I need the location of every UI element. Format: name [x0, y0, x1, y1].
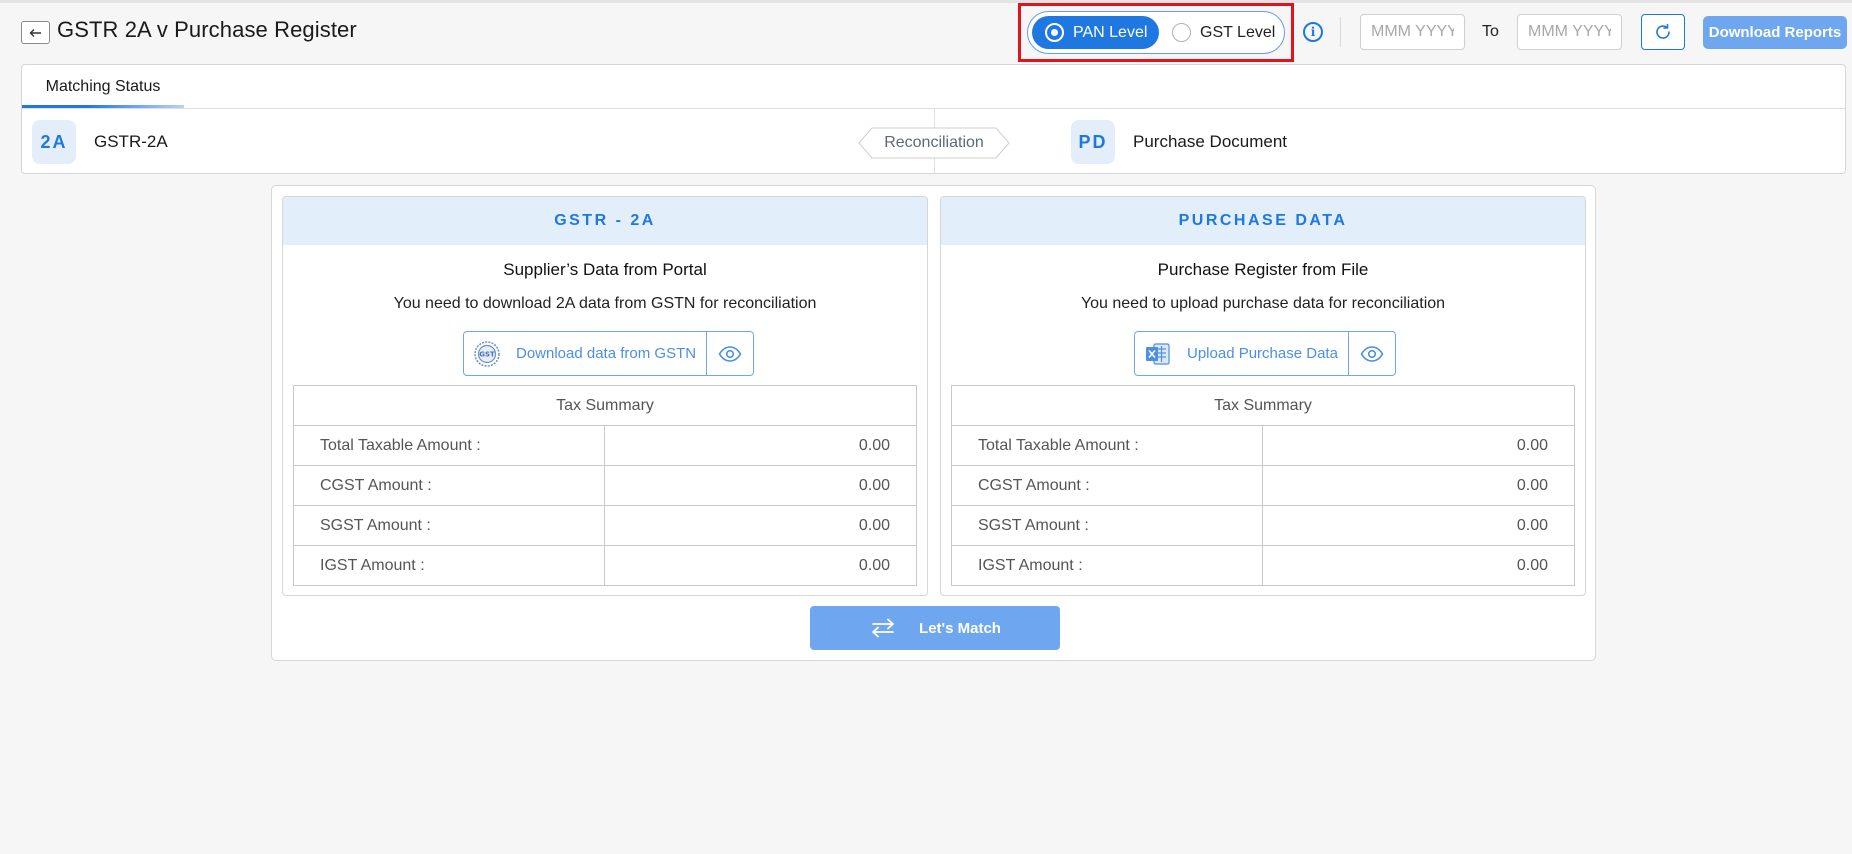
table-row: SGST Amount : 0.00: [951, 505, 1575, 546]
reconciliation-card: GSTR - 2A Supplier’s Data from Portal Yo…: [271, 185, 1596, 661]
row-value: 0.00: [604, 545, 917, 586]
row-value: 0.00: [1262, 465, 1575, 506]
row-label: SGST Amount :: [293, 505, 605, 546]
purchase-document-badge: PD: [1071, 120, 1115, 164]
purchase-panel-heading: PURCHASE DATA: [941, 197, 1585, 245]
gstr2a-tax-summary-table: Tax Summary Total Taxable Amount : 0.00 …: [293, 385, 917, 586]
upload-purchase-data-button[interactable]: Upload Purchase Data: [1135, 332, 1349, 375]
download-reports-button[interactable]: Download Reports: [1703, 16, 1847, 49]
refresh-button[interactable]: [1641, 14, 1685, 50]
header-divider: [1340, 17, 1341, 47]
gstr2a-panel-title: Supplier’s Data from Portal: [503, 260, 707, 279]
row-value: 0.00: [1262, 505, 1575, 546]
reconciliation-tag: Reconciliation: [858, 127, 1010, 159]
preview-purchase-button[interactable]: [1349, 332, 1395, 375]
row-value: 0.00: [604, 465, 917, 506]
gst-seal-icon: GST: [474, 340, 500, 367]
gstr2a-label: GSTR-2A: [94, 132, 168, 151]
lets-match-label: Let's Match: [919, 619, 1001, 637]
pan-level-label: PAN Level: [1073, 23, 1148, 41]
row-value: 0.00: [1262, 545, 1575, 586]
row-value: 0.00: [604, 505, 917, 546]
swap-arrows-icon: [872, 618, 894, 638]
top-border: [0, 0, 1852, 3]
table-row: IGST Amount : 0.00: [293, 545, 917, 586]
svg-text:GST: GST: [479, 350, 495, 358]
pan-level-option[interactable]: PAN Level: [1032, 16, 1159, 49]
back-button[interactable]: [21, 21, 50, 44]
table-row: CGST Amount : 0.00: [951, 465, 1575, 506]
table-row: Total Taxable Amount : 0.00: [293, 425, 917, 466]
page-title: GSTR 2A v Purchase Register: [57, 17, 357, 42]
gstn-action-group: GST Download data from GSTN: [463, 331, 755, 376]
to-month-input[interactable]: [1517, 14, 1622, 50]
purchase-document-label: Purchase Document: [1133, 132, 1288, 151]
tax-summary-heading: Tax Summary: [293, 385, 917, 426]
row-label: Total Taxable Amount :: [951, 425, 1263, 466]
arrow-left-icon: [29, 28, 41, 37]
row-label: Total Taxable Amount :: [293, 425, 605, 466]
excel-file-icon: [1146, 342, 1170, 365]
tax-summary-heading: Tax Summary: [951, 385, 1575, 426]
radio-selected-icon: [1045, 23, 1064, 42]
gstr2a-panel: GSTR - 2A Supplier’s Data from Portal Yo…: [282, 196, 928, 596]
lets-match-button[interactable]: Let's Match: [810, 606, 1060, 650]
row-value: 0.00: [1262, 425, 1575, 466]
purchase-action-group: Upload Purchase Data: [1134, 331, 1396, 376]
gstr2a-panel-heading: GSTR - 2A: [283, 197, 927, 245]
eye-icon: [718, 345, 742, 362]
refresh-icon: [1656, 23, 1670, 39]
info-icon[interactable]: i: [1303, 22, 1323, 42]
eye-icon: [1360, 345, 1384, 362]
table-header-row: Tax Summary: [293, 385, 917, 426]
gst-level-label: GST Level: [1200, 23, 1276, 41]
table-row: Total Taxable Amount : 0.00: [951, 425, 1575, 466]
gstr2a-badge: 2A: [32, 120, 76, 164]
preview-gstn-button[interactable]: [707, 332, 753, 375]
purchase-panel-title: Purchase Register from File: [1157, 260, 1369, 279]
matching-status-panel: Matching Status 2A GSTR-2A Reconciliatio…: [21, 64, 1846, 174]
row-value: 0.00: [604, 425, 917, 466]
upload-purchase-data-label: Upload Purchase Data: [1187, 345, 1338, 362]
row-label: IGST Amount :: [293, 545, 605, 586]
radio-unselected-icon: [1172, 23, 1191, 42]
row-label: CGST Amount :: [951, 465, 1263, 506]
table-header-row: Tax Summary: [951, 385, 1575, 426]
tab-matching-status[interactable]: Matching Status: [22, 65, 184, 109]
gst-level-option[interactable]: GST Level: [1165, 16, 1281, 49]
table-row: SGST Amount : 0.00: [293, 505, 917, 546]
purchase-tax-summary-table: Tax Summary Total Taxable Amount : 0.00 …: [951, 385, 1575, 586]
purchase-panel-description: You need to upload purchase data for rec…: [1080, 295, 1446, 312]
row-label: SGST Amount :: [951, 505, 1263, 546]
download-from-gstn-label: Download data from GSTN: [516, 345, 697, 362]
row-label: IGST Amount :: [951, 545, 1263, 586]
reconciliation-label: Reconciliation: [884, 134, 984, 151]
from-month-input[interactable]: [1360, 14, 1465, 50]
level-toggle: PAN Level GST Level: [1027, 11, 1285, 54]
table-row: CGST Amount : 0.00: [293, 465, 917, 506]
table-row: IGST Amount : 0.00: [951, 545, 1575, 586]
to-label: To: [1482, 23, 1499, 40]
purchase-data-panel: PURCHASE DATA Purchase Register from Fil…: [940, 196, 1586, 596]
row-label: CGST Amount :: [293, 465, 605, 506]
gstr2a-panel-description: You need to download 2A data from GSTN f…: [393, 295, 817, 312]
download-from-gstn-button[interactable]: GST Download data from GSTN: [464, 332, 708, 375]
